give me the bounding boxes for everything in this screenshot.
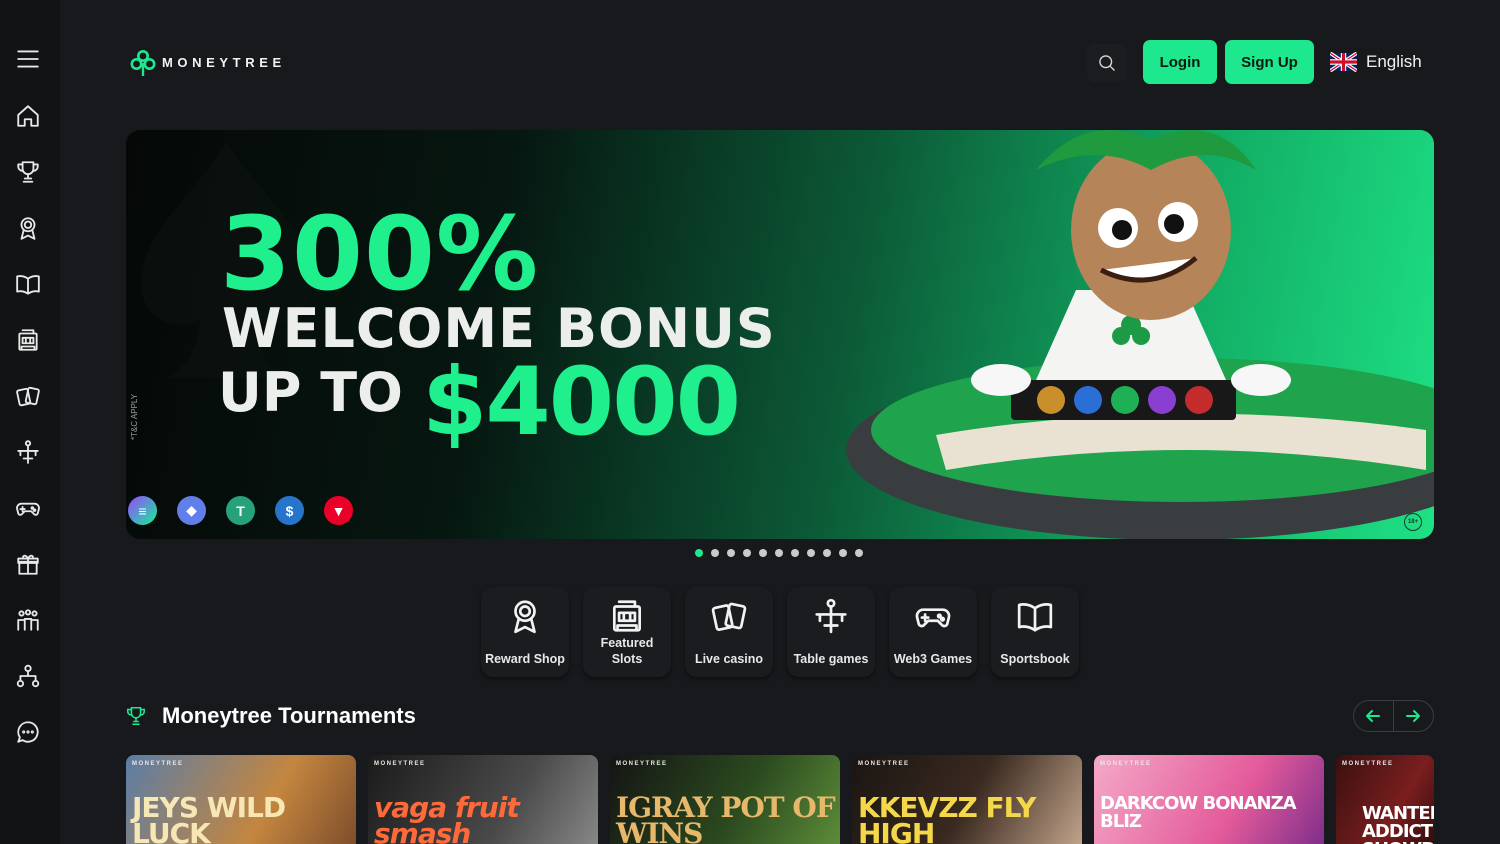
mascot-illustration xyxy=(846,130,1434,539)
cards-icon xyxy=(711,602,747,631)
category-live-casino[interactable]: Live casino xyxy=(685,587,773,677)
card-brand: MONEYTREE xyxy=(1100,761,1152,767)
section-title: Moneytree Tournaments xyxy=(162,703,416,728)
tron-icon: ▼ xyxy=(324,496,353,525)
card-game-title: JEYS WILD LUCK xyxy=(132,791,286,844)
tournament-card[interactable]: MONEYTREE vaga fruit smash xyxy=(368,755,598,844)
carousel-dot[interactable] xyxy=(743,549,751,557)
language-selector[interactable]: English xyxy=(1330,46,1422,78)
language-label: English xyxy=(1366,52,1422,71)
category-label: Reward Shop xyxy=(485,652,565,666)
carousel-dot[interactable] xyxy=(807,549,815,557)
clover-icon xyxy=(130,50,156,76)
carousel-dot[interactable] xyxy=(823,549,831,557)
carousel-dot[interactable] xyxy=(839,549,847,557)
home-icon[interactable] xyxy=(12,100,44,132)
tether-icon: T xyxy=(226,496,255,525)
category-table-games[interactable]: Table games xyxy=(787,587,875,677)
tournament-card[interactable]: MONEYTREE DARKCOW BONANZA BLIZ xyxy=(1094,755,1324,844)
login-button[interactable]: Login xyxy=(1143,40,1217,84)
carousel-dot[interactable] xyxy=(775,549,783,557)
gift-icon[interactable] xyxy=(12,548,44,580)
logo-text: MONEYTREE xyxy=(162,54,286,70)
gamepad-icon xyxy=(915,608,951,628)
community-icon[interactable] xyxy=(12,604,44,636)
card-game-title: vaga fruit smash xyxy=(374,791,520,844)
chat-icon[interactable] xyxy=(12,716,44,748)
category-reward-shop[interactable]: Reward Shop xyxy=(481,587,569,677)
slot-machine-icon xyxy=(612,600,642,632)
book-icon xyxy=(1017,602,1053,632)
search-button[interactable] xyxy=(1087,44,1127,82)
gamepad-icon[interactable] xyxy=(12,492,44,524)
cards-icon[interactable] xyxy=(12,380,44,412)
card-game-title: KKEVZZ FLY HIGH xyxy=(858,791,1036,844)
age-badge: 18+ xyxy=(1404,513,1422,531)
carousel-nav xyxy=(1353,700,1434,732)
card-brand: MONEYTREE xyxy=(132,761,184,767)
category-label: Featured Slots xyxy=(600,636,654,666)
slot-machine-icon[interactable] xyxy=(12,324,44,356)
card-game-title: IGRAY POT OF WINS xyxy=(616,791,836,844)
card-brand: MONEYTREE xyxy=(616,761,668,767)
card-brand: MONEYTREE xyxy=(1342,761,1394,767)
search-icon xyxy=(1099,55,1115,71)
usd-coin-icon: $ xyxy=(275,496,304,525)
category-label: Sportsbook xyxy=(1000,652,1070,666)
card-brand: MONEYTREE xyxy=(858,761,910,767)
trophy-icon xyxy=(125,704,147,728)
category-featured-slots[interactable]: Featured Slots xyxy=(583,587,671,677)
affiliate-icon[interactable] xyxy=(12,660,44,692)
uk-flag-icon xyxy=(1330,52,1357,72)
arrow-right-icon xyxy=(1406,710,1421,722)
sidebar xyxy=(0,0,60,844)
tournament-card[interactable]: MONEYTREE JEYS WILD LUCK xyxy=(126,755,356,844)
category-label: Web3 Games xyxy=(893,652,973,666)
category-web3-games[interactable]: Web3 Games xyxy=(889,587,977,677)
category-label: Live casino xyxy=(694,652,764,666)
terms-text: *T&C APPLY xyxy=(130,393,139,440)
award-icon xyxy=(514,600,536,634)
carousel-dot[interactable] xyxy=(711,549,719,557)
carousel-dot[interactable] xyxy=(727,549,735,557)
table-games-icon xyxy=(815,598,847,634)
award-icon[interactable] xyxy=(12,212,44,244)
trophy-icon[interactable] xyxy=(12,156,44,188)
crypto-coins: ≡ ◆ T $ ▼ xyxy=(128,496,353,525)
promo-banner[interactable]: 300% WELCOME BONUS UP TO $4000 *T&C APPL… xyxy=(126,130,1434,539)
banner-amount: $4000 xyxy=(422,348,741,457)
table-games-icon[interactable] xyxy=(12,436,44,468)
card-game-title: WANTED: ADDICT SHOWDOWN xyxy=(1362,803,1434,844)
card-game-title: DARKCOW BONANZA BLIZ xyxy=(1100,793,1297,832)
book-icon[interactable] xyxy=(12,268,44,300)
ethereum-icon: ◆ xyxy=(177,496,206,525)
menu-icon[interactable] xyxy=(12,43,44,75)
category-sportsbook[interactable]: Sportsbook xyxy=(991,587,1079,677)
tournament-card[interactable]: MONEYTREE IGRAY POT OF WINS xyxy=(610,755,840,844)
carousel-dot[interactable] xyxy=(695,549,703,557)
logo[interactable]: MONEYTREE xyxy=(128,46,286,78)
solana-icon: ≡ xyxy=(128,496,157,525)
banner-percent: 300% xyxy=(220,195,540,314)
category-label: Table games xyxy=(793,652,869,666)
banner-up-to: UP TO xyxy=(218,361,403,424)
carousel-dot[interactable] xyxy=(759,549,767,557)
carousel-dot[interactable] xyxy=(791,549,799,557)
carousel-dot[interactable] xyxy=(855,549,863,557)
prev-button[interactable] xyxy=(1354,701,1394,731)
tournament-card[interactable]: MONEYTREE KKEVZZ FLY HIGH xyxy=(852,755,1082,844)
arrow-left-icon xyxy=(1366,710,1381,722)
next-button[interactable] xyxy=(1394,701,1434,731)
tournament-card[interactable]: MONEYTREE WANTED: ADDICT SHOWDOWN xyxy=(1336,755,1434,844)
carousel-dots xyxy=(695,549,863,557)
signup-button[interactable]: Sign Up xyxy=(1225,40,1314,84)
card-brand: MONEYTREE xyxy=(374,761,426,767)
